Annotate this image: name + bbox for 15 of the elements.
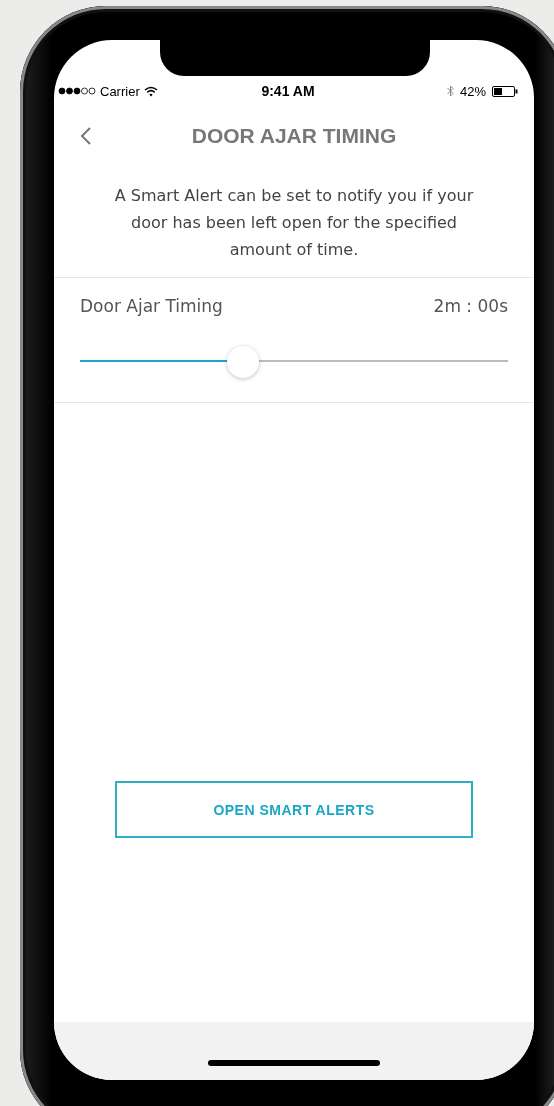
setting-label: Door Ajar Timing xyxy=(80,296,223,316)
open-smart-alerts-button[interactable]: OPEN SMART ALERTS xyxy=(115,781,473,838)
timing-slider[interactable] xyxy=(80,346,508,376)
carrier-label: Carrier xyxy=(100,83,140,99)
wifi-icon xyxy=(143,85,158,97)
description-text: A Smart Alert can be set to notify you if your door has been left open for the specified amount of time. xyxy=(113,185,475,261)
slider-thumb[interactable] xyxy=(226,346,259,378)
signal-icon xyxy=(58,87,96,95)
screen-title: DOOR AJAR TIMING xyxy=(191,124,397,148)
timing-value: 2m : 00s xyxy=(433,296,508,316)
battery-icon xyxy=(492,85,518,97)
clock-time: 9:41 AM xyxy=(261,83,315,99)
bluetooth-icon xyxy=(446,85,454,97)
back-icon[interactable] xyxy=(80,126,92,146)
battery-percent: 42% xyxy=(459,83,486,99)
